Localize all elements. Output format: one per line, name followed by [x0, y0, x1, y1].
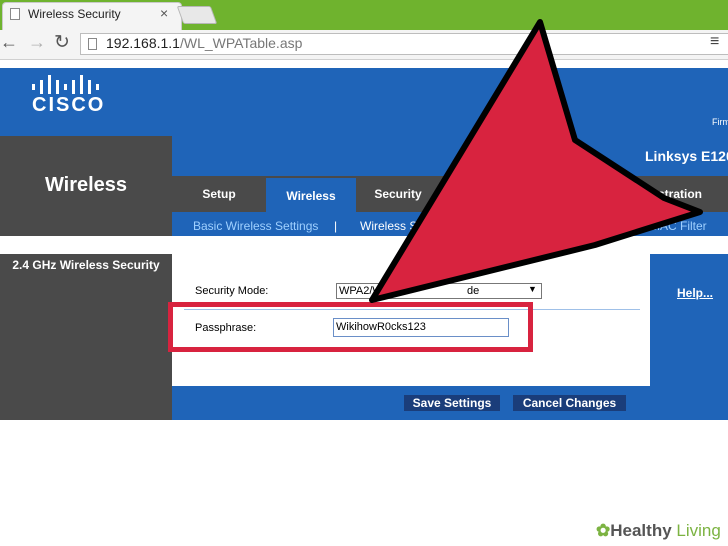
- watermark-text-b: Living: [676, 521, 721, 540]
- side-title: 2.4 GHz Wireless Security: [12, 258, 160, 272]
- subnav-basic-wireless[interactable]: Basic Wireless Settings: [193, 219, 318, 233]
- help-panel: [650, 254, 728, 420]
- watermark: ✿Healthy Living: [596, 521, 721, 541]
- back-arrow-icon[interactable]: ←: [0, 32, 18, 53]
- document-icon: [88, 38, 97, 50]
- security-mode-fragment: de: [467, 285, 480, 297]
- security-mode-label: Security Mode:: [195, 285, 269, 297]
- leaf-icon: ✿: [596, 521, 611, 540]
- watermark-text-a: Healthy: [610, 521, 672, 540]
- security-mode-select[interactable]: WPA2/WF de: [336, 283, 542, 299]
- side-panel: [0, 254, 172, 420]
- subnav-separator: |: [334, 219, 338, 233]
- page-icon: [10, 8, 20, 20]
- tab-setup[interactable]: Setup: [172, 176, 266, 212]
- save-button[interactable]: Save Settings: [404, 395, 500, 411]
- forward-arrow-icon[interactable]: →: [28, 32, 46, 53]
- subnav-mac-filter[interactable]: MAC Filter: [650, 219, 707, 233]
- brand-name: CISCO: [32, 94, 106, 116]
- tab-title: Wireless Security: [28, 7, 121, 21]
- firmware-label: Firm: [712, 117, 728, 127]
- tab-security[interactable]: Security: [356, 176, 440, 212]
- model-name: Linksys E120: [645, 148, 728, 164]
- subnav-wireless-security[interactable]: Wireless Se: [360, 219, 424, 233]
- tab-administration[interactable]: stration: [640, 176, 720, 212]
- security-mode-value: WPA2/WF: [339, 285, 390, 297]
- reload-icon[interactable]: ↻: [54, 31, 70, 54]
- highlight-box: [168, 302, 533, 352]
- section-title: Wireless: [44, 174, 128, 196]
- dropdown-arrow-icon[interactable]: ▼: [528, 284, 537, 294]
- url-text[interactable]: 192.168.1.1/WL_WPATable.asp: [106, 35, 302, 51]
- cancel-button[interactable]: Cancel Changes: [513, 395, 626, 411]
- url-host: 192.168.1.1: [106, 35, 180, 51]
- help-link[interactable]: Help...: [677, 286, 713, 300]
- menu-icon[interactable]: ≡: [710, 33, 719, 51]
- tab-wireless[interactable]: Wireless: [266, 178, 356, 212]
- close-icon[interactable]: ×: [160, 5, 168, 21]
- url-path: /WL_WPATable.asp: [179, 35, 303, 51]
- new-tab-button[interactable]: [176, 6, 218, 24]
